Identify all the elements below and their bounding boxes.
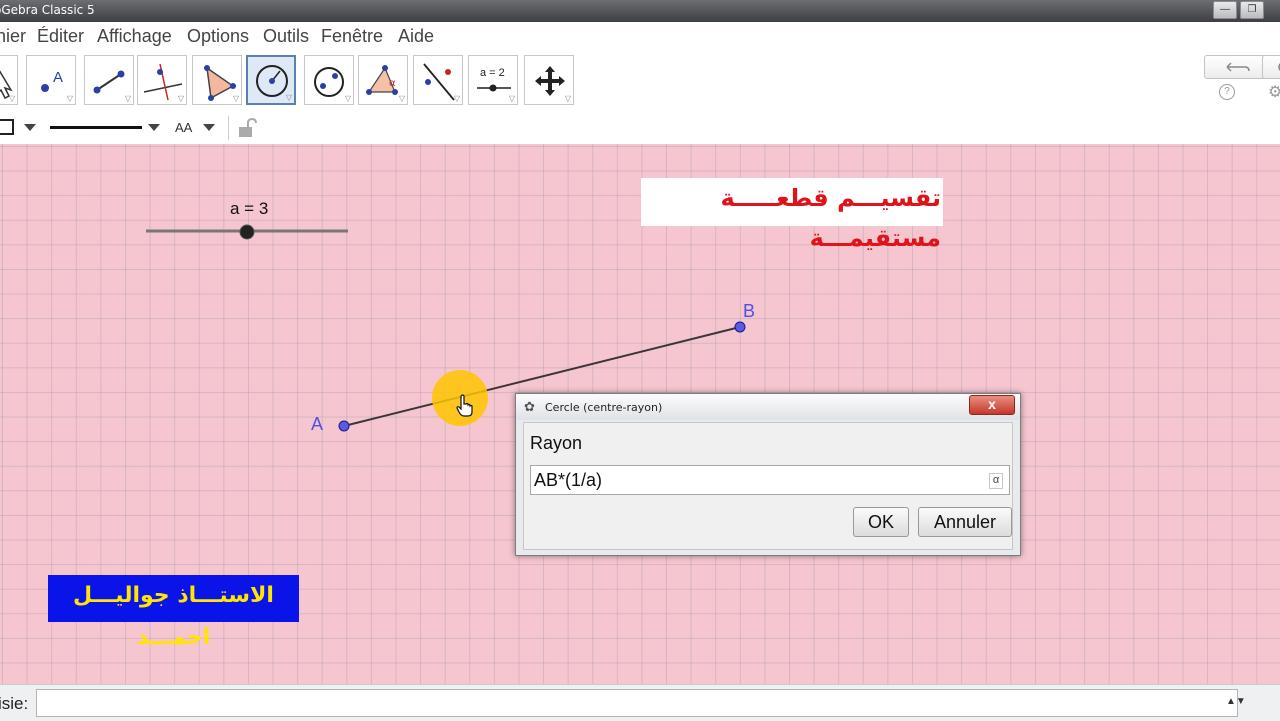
author-name-text: الاستـــاذ جواليـــل احمـــد bbox=[48, 575, 299, 650]
circle-radius-dialog: ✿ Cercle (centre-rayon) x Rayon AB*(1/a)… bbox=[515, 393, 1021, 556]
point-B[interactable] bbox=[734, 321, 746, 333]
symbol-alpha-button[interactable]: α bbox=[989, 473, 1003, 489]
input-bar: isie: ▲▼ bbox=[0, 684, 1280, 721]
radius-input-value: AB*(1/a) bbox=[534, 470, 603, 490]
cancel-button[interactable]: Annuler bbox=[918, 507, 1012, 537]
slider-knob[interactable] bbox=[239, 224, 255, 240]
radius-label: Rayon bbox=[530, 433, 583, 453]
dialog-title: Cercle (centre-rayon) bbox=[545, 401, 663, 414]
input-bar-label: isie: bbox=[0, 694, 29, 713]
input-bar-field[interactable] bbox=[36, 689, 1238, 717]
dialog-titlebar[interactable]: ✿ Cercle (centre-rayon) x bbox=[516, 394, 1020, 420]
point-A-label: A bbox=[311, 414, 323, 434]
close-button[interactable]: x bbox=[969, 395, 1015, 415]
point-A[interactable] bbox=[338, 420, 350, 432]
chevron-updown-icon[interactable]: ▲▼ bbox=[1226, 696, 1246, 707]
hand-cursor-icon bbox=[456, 394, 473, 417]
radius-input[interactable]: AB*(1/a) α bbox=[530, 465, 1010, 495]
arabic-title-text: تقسيـــم قطعـــــة مستقيمـــة bbox=[641, 178, 943, 252]
dialog-content: Rayon AB*(1/a) α OK Annuler bbox=[523, 422, 1013, 550]
geogebra-icon: ✿ bbox=[524, 399, 535, 414]
point-B-label: B bbox=[743, 301, 755, 321]
ok-button[interactable]: OK bbox=[853, 507, 909, 537]
